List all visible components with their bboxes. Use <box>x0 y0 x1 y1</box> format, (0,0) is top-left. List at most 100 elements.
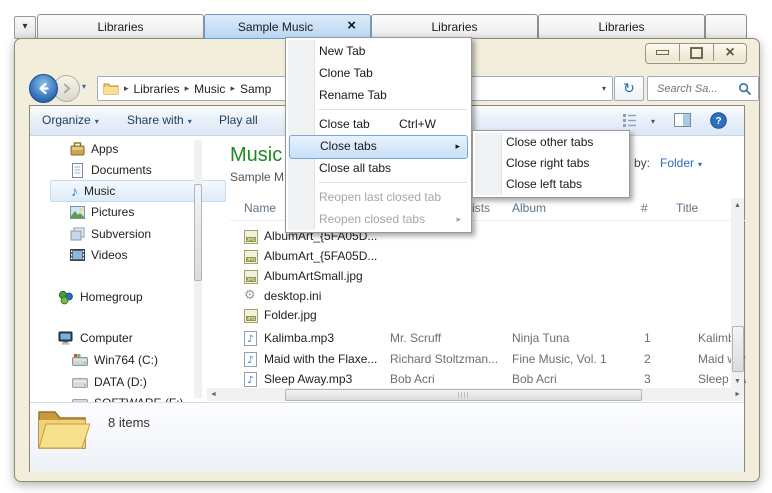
refresh-button[interactable]: ↻ <box>614 76 644 101</box>
minimize-button[interactable] <box>646 44 680 61</box>
forward-arrow-icon <box>60 82 73 95</box>
tab-libraries-1[interactable]: Libraries <box>37 14 204 39</box>
subversion-icon <box>70 227 85 241</box>
sidebar-item-computer[interactable]: Computer <box>58 328 133 348</box>
file-artist: Richard Stoltzman... <box>390 352 506 366</box>
column-header-number[interactable]: # <box>641 201 648 215</box>
views-button[interactable] <box>622 113 638 130</box>
column-header-album[interactable]: Album <box>512 201 546 215</box>
breadcrumb-sample-music[interactable]: Samp <box>240 82 271 96</box>
vertical-scrollbar-thumb[interactable] <box>732 326 744 372</box>
file-name: AlbumArt_{5FA05D... <box>264 249 386 263</box>
address-dropdown-icon[interactable]: ▾ <box>602 84 606 93</box>
breadcrumb-music[interactable]: Music <box>194 82 225 96</box>
sidebar-scrollbar-thumb[interactable] <box>194 184 202 281</box>
menu-item-label: Reopen last closed tab <box>319 190 441 204</box>
sidebar-item-homegroup[interactable]: Homegroup <box>58 287 143 307</box>
menu-item-label: Close all tabs <box>319 161 391 175</box>
table-row[interactable]: JPG AlbumArtSmall.jpg <box>230 267 746 287</box>
jpg-file-icon: JPG <box>244 270 258 284</box>
column-header-title[interactable]: Title <box>676 201 698 215</box>
vertical-scrollbar[interactable]: ▲ ▼ <box>731 198 744 388</box>
navigation-pane: Apps Documents ♪ Music Pictures Subversi… <box>30 136 206 402</box>
menu-item-label: Close right tabs <box>506 156 589 170</box>
scroll-left-icon[interactable]: ◄ <box>210 391 217 398</box>
sidebar-item-documents[interactable]: Documents <box>70 160 152 180</box>
scroll-up-icon[interactable]: ▲ <box>731 198 744 209</box>
menu-item-clone-tab[interactable]: Clone Tab <box>289 62 468 84</box>
sidebar-item-apps[interactable]: Apps <box>70 139 118 159</box>
svg-text:JPG: JPG <box>247 316 256 321</box>
sidebar-item-label: Videos <box>91 248 127 262</box>
menu-item-reopen-last-closed-tab[interactable]: Reopen last closed tab <box>289 186 468 208</box>
close-tabs-submenu: Close other tabs Close right tabs Close … <box>472 130 630 198</box>
file-name: Folder.jpg <box>264 308 386 322</box>
help-button[interactable]: ? <box>710 112 727 132</box>
sidebar-item-videos[interactable]: Videos <box>70 245 127 265</box>
scroll-right-icon[interactable]: ► <box>734 391 741 398</box>
music-icon: ♪ <box>71 183 78 199</box>
chevron-down-icon: ▾ <box>95 117 99 126</box>
file-name: AlbumArtSmall.jpg <box>264 269 386 283</box>
search-box[interactable] <box>647 76 759 101</box>
sidebar-scrollbar[interactable] <box>194 140 202 398</box>
svg-text:♪: ♪ <box>247 334 253 345</box>
jpg-file-icon: JPG <box>244 309 258 323</box>
menu-item-close-right-tabs[interactable]: Close right tabs <box>476 153 626 174</box>
menu-item-shortcut: Ctrl+W <box>399 113 436 135</box>
file-number: 1 <box>644 331 664 345</box>
sidebar-item-drive-c[interactable]: Win764 (C:) <box>72 350 158 370</box>
sidebar-item-drive-d[interactable]: DATA (D:) <box>72 372 147 392</box>
scroll-down-icon[interactable]: ▼ <box>731 378 744 385</box>
horizontal-scrollbar-thumb[interactable] <box>285 389 642 401</box>
table-row[interactable]: ♪ Kalimba.mp3 Mr. Scruff Ninja Tuna 1 Ka… <box>230 329 746 349</box>
homegroup-icon <box>58 290 74 305</box>
tab-close-icon[interactable]: × <box>347 16 356 36</box>
menu-item-close-other-tabs[interactable]: Close other tabs <box>476 132 626 153</box>
tab-sample-music[interactable]: Sample Music × <box>204 14 371 39</box>
table-row[interactable]: JPG AlbumArt_{5FA05D... <box>230 247 746 267</box>
tab-partial[interactable] <box>705 14 747 39</box>
menu-item-new-tab[interactable]: New Tab <box>289 40 468 62</box>
preview-pane-button[interactable] <box>674 113 691 130</box>
menu-item-close-left-tabs[interactable]: Close left tabs <box>476 174 626 195</box>
drive-icon <box>72 376 88 388</box>
folder-large-icon <box>36 406 90 452</box>
play-all-button[interactable]: Play all <box>219 113 258 127</box>
close-button[interactable]: × <box>714 44 746 61</box>
menu-item-rename-tab[interactable]: Rename Tab <box>289 84 468 106</box>
arrange-by-dropdown[interactable]: Folder▾ <box>660 156 702 170</box>
tab-libraries-2[interactable]: Libraries <box>371 14 538 39</box>
table-row[interactable]: ♪ Maid with the Flaxe... Richard Stoltzm… <box>230 350 746 370</box>
maximize-icon <box>690 47 703 59</box>
breadcrumb-sep-icon: ▸ <box>180 83 195 94</box>
share-with-button[interactable]: Share with▾ <box>127 113 192 127</box>
folder-icon <box>103 82 119 95</box>
tab-libraries-3[interactable]: Libraries <box>538 14 705 39</box>
menu-item-close-tabs[interactable]: Close tabs▸ <box>289 135 468 159</box>
scrollbar-grip-icon <box>458 392 469 398</box>
menu-item-close-all-tabs[interactable]: Close all tabs <box>289 157 468 179</box>
search-input[interactable] <box>655 82 739 96</box>
sidebar-item-pictures[interactable]: Pictures <box>70 202 134 222</box>
breadcrumb-libraries[interactable]: Libraries <box>134 82 180 96</box>
menu-item-close-tab[interactable]: Close tabCtrl+W <box>289 113 468 135</box>
column-header-name[interactable]: Name <box>244 201 276 215</box>
library-subtitle: Sample M <box>230 170 284 184</box>
search-icon[interactable] <box>738 82 752 96</box>
minimize-icon <box>656 50 669 55</box>
file-number: 2 <box>644 352 664 366</box>
table-row[interactable]: ♪ Sleep Away.mp3 Bob Acri Bob Acri 3 Sle… <box>230 370 746 387</box>
menu-item-reopen-closed-tabs[interactable]: Reopen closed tabs▸ <box>289 208 468 230</box>
back-button[interactable] <box>29 74 58 103</box>
maximize-button[interactable] <box>680 44 714 61</box>
horizontal-scrollbar[interactable]: ◄ ► <box>207 388 744 401</box>
tab-scroll-button[interactable]: ▾ <box>14 16 36 39</box>
history-dropdown-icon[interactable]: ▾ <box>82 82 86 91</box>
tab-label: Sample Music <box>238 20 313 34</box>
organize-button[interactable]: Organize▾ <box>42 113 99 127</box>
views-dropdown-icon[interactable]: ▾ <box>651 117 655 126</box>
sidebar-item-subversion[interactable]: Subversion <box>70 224 151 244</box>
table-row[interactable]: ⚙ desktop.ini <box>230 287 746 307</box>
table-row[interactable]: JPG Folder.jpg <box>230 306 746 326</box>
